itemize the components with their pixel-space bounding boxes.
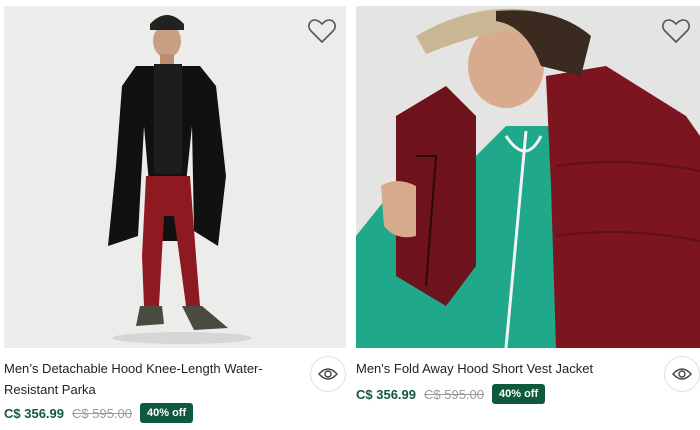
discount-badge: 40% off [492, 384, 546, 404]
product-card[interactable]: Men's Fold Away Hood Short Vest Jacket C… [356, 0, 700, 430]
sale-price: C$ 356.99 [356, 386, 416, 402]
sale-price: C$ 356.99 [4, 405, 64, 421]
price-row: C$ 356.99 C$ 595.00 40% off [4, 402, 194, 424]
original-price: C$ 595.00 [72, 405, 132, 421]
original-price: C$ 595.00 [424, 386, 484, 402]
model-parka-illustration [4, 6, 346, 348]
quick-view-eye-icon[interactable] [664, 356, 700, 392]
quick-view-eye-icon[interactable] [310, 356, 346, 392]
product-title[interactable]: Men's Fold Away Hood Short Vest Jacket [356, 358, 646, 379]
model-vest-illustration [356, 6, 700, 348]
wishlist-heart-icon[interactable] [308, 18, 336, 44]
wishlist-heart-icon[interactable] [662, 18, 690, 44]
discount-badge: 40% off [140, 403, 194, 423]
product-image[interactable] [356, 6, 700, 348]
product-card[interactable]: Men’s Detachable Hood Knee-Length Water-… [0, 0, 350, 430]
product-image[interactable] [4, 6, 346, 348]
price-row: C$ 356.99 C$ 595.00 40% off [356, 383, 546, 405]
product-title[interactable]: Men’s Detachable Hood Knee-Length Water-… [4, 358, 289, 400]
